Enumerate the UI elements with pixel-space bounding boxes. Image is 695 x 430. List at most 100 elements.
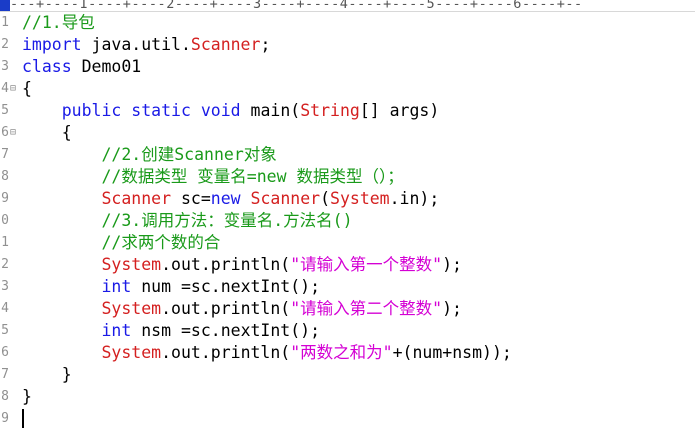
ruler-cursor-marker (0, 0, 10, 11)
code-token-plain: { (22, 123, 72, 142)
code-token-plain: .in); (389, 189, 440, 208)
code-token-cls: Scanner (101, 189, 172, 208)
code-token-cmt: //1.导包 (22, 13, 95, 32)
code-line[interactable]: //3.调用方法：变量名.方法名() (22, 210, 353, 232)
code-line[interactable]: System.out.println("请输入第二个整数"); (22, 298, 462, 320)
code-line[interactable]: System.out.println("请输入第一个整数"); (22, 254, 462, 276)
code-token-kw: int (101, 277, 132, 296)
code-token-cmt: //求两个数的合 (101, 233, 221, 252)
code-line[interactable]: System.out.println("两数之和为"+(num+nsm)); (22, 342, 512, 364)
code-token-kw: int (101, 321, 132, 340)
code-token-plain: .out.println( (161, 343, 291, 362)
line-number: 4 (1, 81, 9, 96)
code-token-kw: void (200, 101, 241, 120)
code-token-cls: String (300, 101, 360, 120)
code-token-cls: System (330, 189, 390, 208)
code-token-plain: ); (442, 255, 462, 274)
code-line[interactable]: public static void main(String[] args) (22, 100, 440, 122)
code-line[interactable]: Scanner sc=new Scanner(System.in); (22, 188, 439, 210)
line-number: 4 (1, 301, 9, 316)
code-token-plain: main( (240, 101, 301, 120)
line-number: 3 (1, 59, 9, 74)
code-token-plain: sc= (171, 189, 211, 208)
code-line[interactable]: int nsm =sc.nextInt(); (22, 320, 320, 342)
ruler-text: ---+----1----+----2----+----3----+----4-… (10, 0, 583, 12)
line-number: 7 (1, 147, 9, 162)
code-line[interactable]: } (22, 364, 72, 386)
line-number: 1 (1, 15, 9, 30)
code-token-cls: System (101, 343, 162, 362)
code-token-plain: +(num+nsm)); (392, 343, 512, 362)
code-token-cmt: //2.创建Scanner对象 (101, 145, 277, 164)
code-token-str: "请输入第一个整数" (290, 255, 443, 274)
fold-toggle-icon[interactable]: ⊟ (10, 122, 18, 144)
code-line[interactable]: { (22, 78, 32, 100)
code-line[interactable]: //1.导包 (22, 12, 95, 34)
code-token-plain: .out.println( (161, 255, 291, 274)
code-token-plain: } (22, 365, 72, 384)
code-token-plain: num =sc.nextInt(); (131, 277, 321, 296)
code-token-kw: class (22, 57, 72, 76)
line-number: 8 (1, 389, 9, 404)
text-cursor (22, 409, 24, 428)
line-number: 1 (1, 235, 9, 250)
code-token-cls: Scanner (190, 35, 261, 54)
code-token-cls: System (101, 299, 162, 318)
line-number-gutter: 1 2 3 4 ⊟ 5 6 ⊟ 7 8 9 0 1 2 3 4 5 6 7 8 9 (0, 12, 20, 430)
line-number: 7 (1, 367, 9, 382)
line-number: 6 (1, 345, 9, 360)
code-line[interactable]: //求两个数的合 (22, 232, 220, 254)
line-number: 0 (1, 213, 9, 228)
code-line[interactable]: { (22, 122, 72, 144)
line-number: 5 (1, 323, 9, 338)
line-number: 9 (1, 411, 9, 426)
line-number: 6 (1, 125, 9, 140)
code-token-plain: .out.println( (161, 299, 291, 318)
code-token-cmt: //3.调用方法：变量名.方法名() (101, 211, 353, 230)
line-number: 9 (1, 191, 9, 206)
code-token-kw: public (61, 101, 122, 120)
code-token-kw: static (131, 101, 191, 120)
code-token-str: "请输入第二个整数" (290, 299, 443, 318)
code-token-plain: java.util. (81, 35, 191, 54)
fold-toggle-icon[interactable]: ⊟ (10, 78, 18, 100)
code-line[interactable]: int num =sc.nextInt(); (22, 276, 320, 298)
code-token-str: "两数之和为" (290, 343, 393, 362)
line-number: 3 (1, 279, 9, 294)
line-number: 2 (1, 257, 9, 272)
code-line[interactable]: //数据类型 变量名=new 数据类型（）； (22, 166, 404, 188)
code-token-kw: import (22, 35, 82, 54)
code-token-kw: new (210, 189, 241, 208)
code-token-plain: { (22, 79, 32, 98)
code-line[interactable]: class Demo01 (22, 56, 141, 78)
code-token-plain: ; (260, 35, 271, 54)
code-token-plain: nsm =sc.nextInt(); (131, 321, 321, 340)
code-line[interactable]: import java.util.Scanner; (22, 34, 270, 56)
code-line[interactable]: //2.创建Scanner对象 (22, 144, 277, 166)
code-token-plain: [] args) (359, 101, 440, 120)
column-ruler: ---+----1----+----2----+----3----+----4-… (0, 0, 695, 12)
line-number: 8 (1, 169, 9, 184)
code-editor[interactable]: ---+----1----+----2----+----3----+----4-… (0, 0, 695, 430)
code-token-plain: ( (320, 189, 331, 208)
code-token-cmt: //数据类型 变量名=new 数据类型（）； (101, 167, 404, 186)
line-number: 2 (1, 37, 9, 52)
code-token-cls: Scanner (250, 189, 321, 208)
code-line[interactable]: } (22, 386, 32, 408)
line-number: 5 (1, 103, 9, 118)
code-token-cls: System (101, 255, 162, 274)
